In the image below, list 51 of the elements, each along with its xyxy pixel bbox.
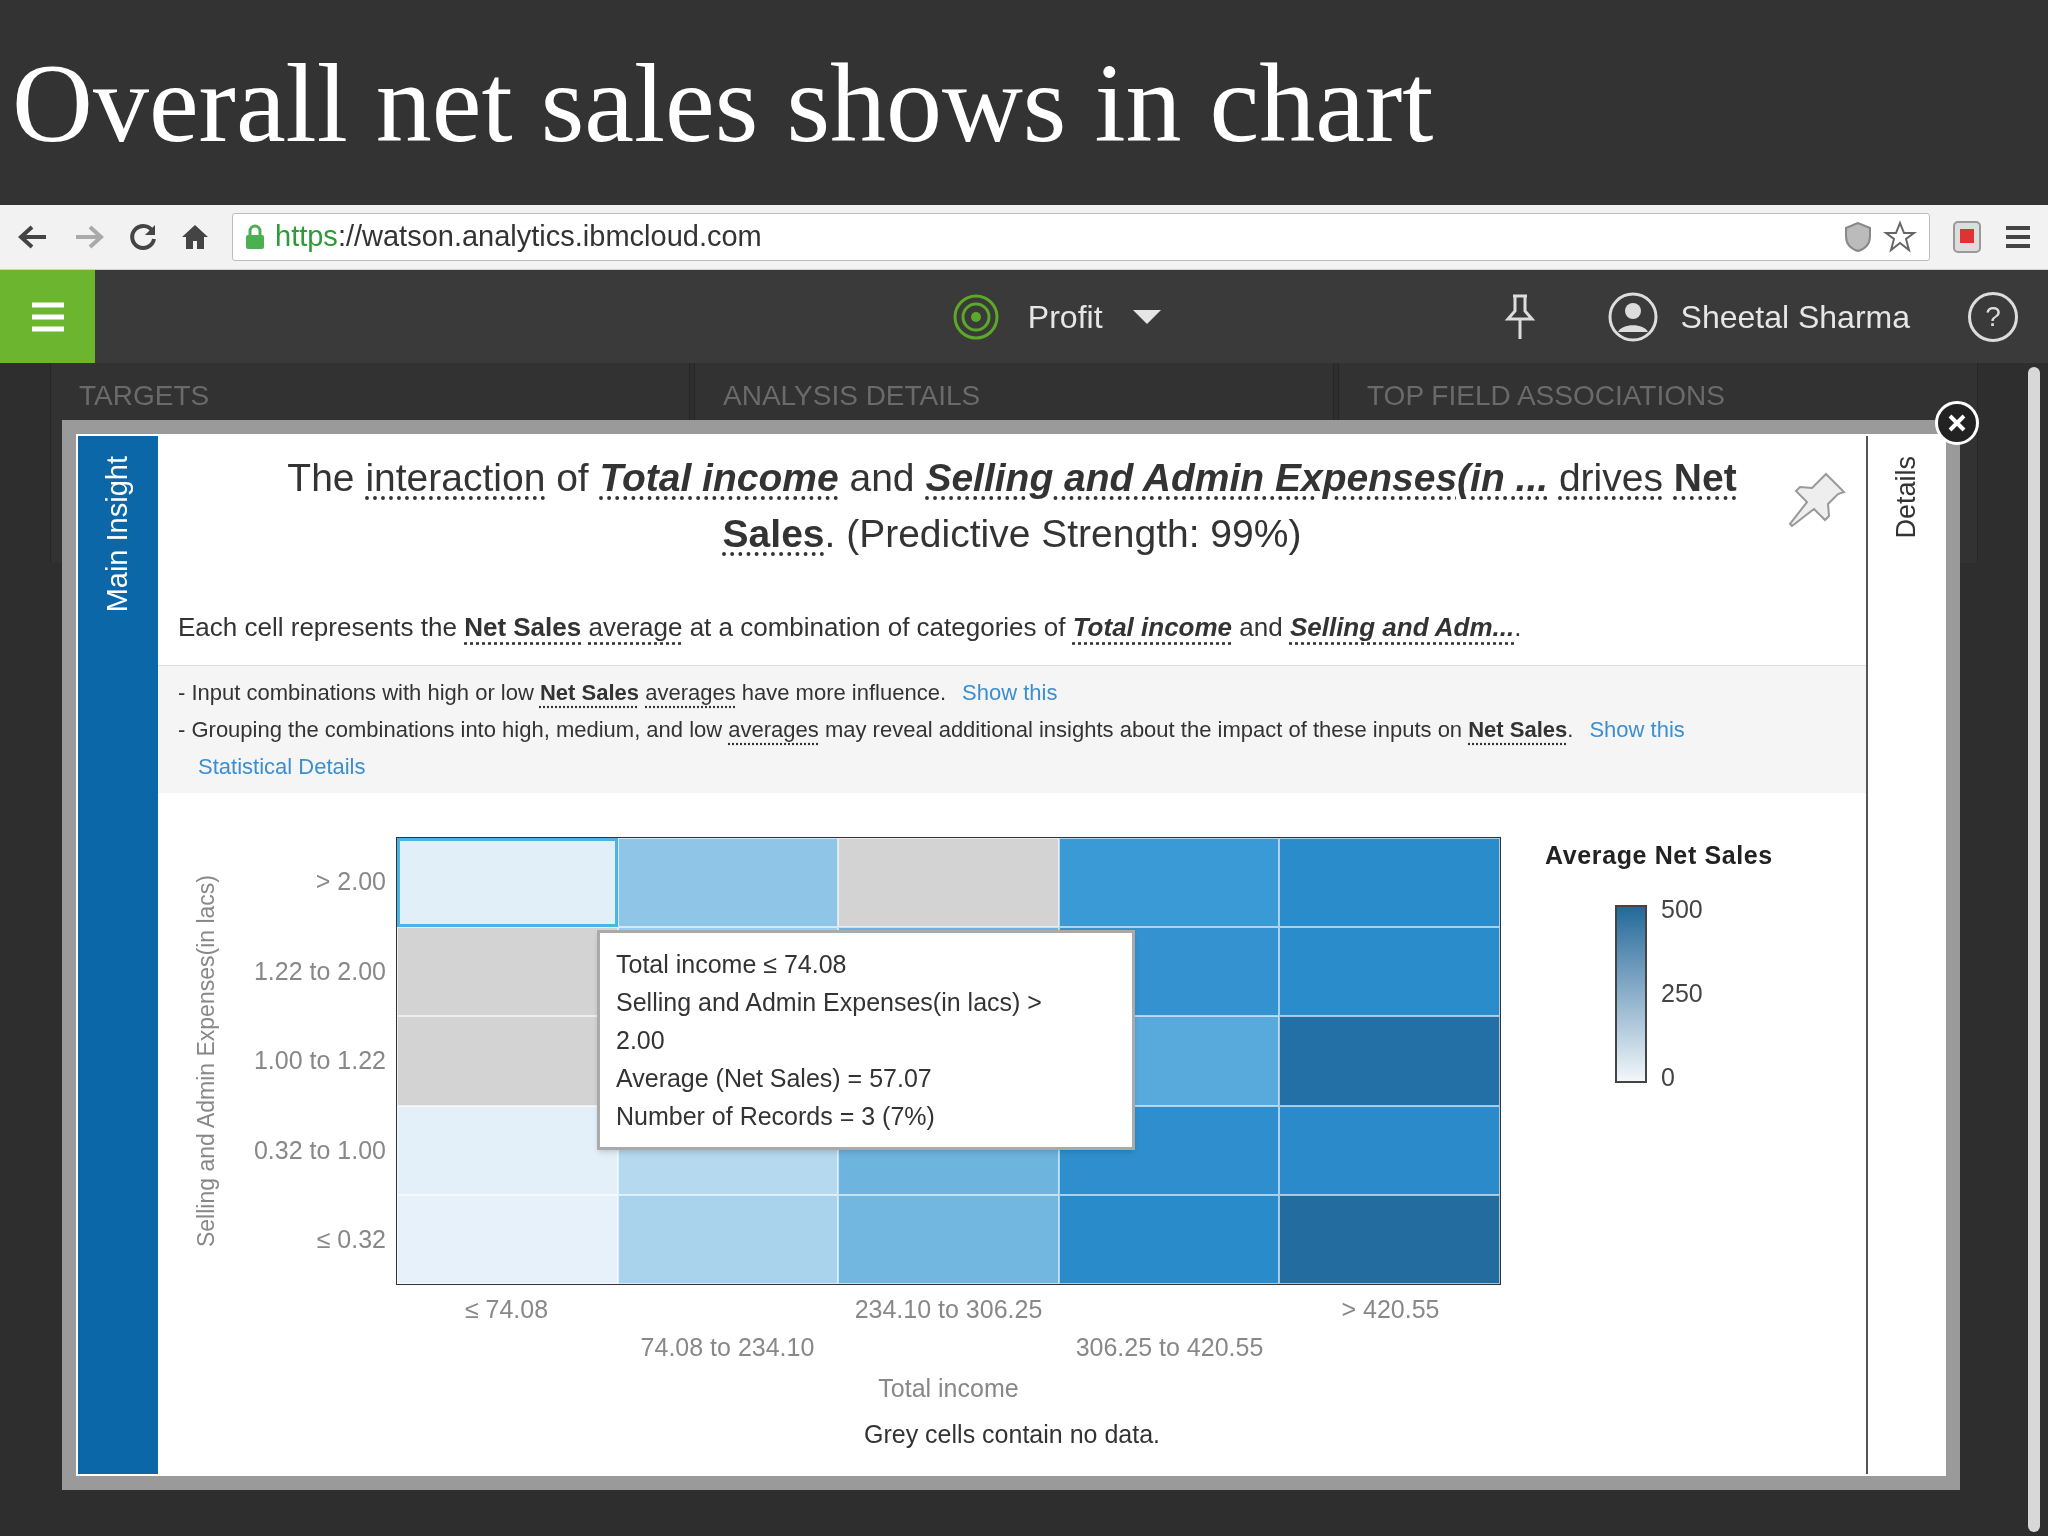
user-icon — [1606, 290, 1659, 343]
extension-icon[interactable] — [1952, 220, 1982, 254]
tooltip-text: Number of Records = 3 (7%) — [616, 1101, 936, 1132]
axis-label: 74.08 to 234.10 — [640, 1331, 815, 1363]
home-icon[interactable] — [180, 222, 210, 252]
lock-icon — [245, 224, 265, 250]
axis-label: ≤ 0.32 — [316, 1224, 386, 1256]
shield-icon[interactable] — [1843, 221, 1873, 253]
panel-heading: TARGETS — [79, 380, 210, 411]
tooltip-text: 2.00 — [616, 1025, 666, 1056]
panel-heading: ANALYSIS DETAILS — [723, 380, 981, 411]
panel-heading: TOP FIELD ASSOCIATIONS — [1367, 380, 1725, 411]
axis-label: ≤ 74.08 — [464, 1294, 549, 1325]
scale-label: 500 — [1661, 894, 1703, 923]
insight-text: - Grouping the combinations into high, medium, and low averages may reveal additional insights about the impact of these inputs on Net Sales. Show this — [178, 716, 1686, 744]
menu-button[interactable] — [0, 270, 95, 363]
axis-label: 1.22 to 2.00 — [253, 955, 386, 987]
menu-icon — [29, 300, 66, 333]
insight-headline: The interaction of Total income and Selling and Admin Expenses(in ... drives Net Sales. (Predictive Strength: 99%) — [286, 455, 1738, 557]
url-text: https://watson.analytics.ibmcloud.com — [275, 219, 762, 255]
target-icon — [951, 292, 1000, 341]
tooltip-text: Selling and Admin Expenses(in lacs) > — [616, 987, 1043, 1018]
axis-label: > 420.55 — [1341, 1294, 1440, 1325]
details-tab[interactable]: Details — [1866, 436, 1944, 1474]
address-bar[interactable]: https://watson.analytics.ibmcloud.com — [232, 213, 1930, 261]
tooltip-text: Total income ≤ 74.08 — [616, 949, 848, 980]
chart-note: Grey cells contain no data. — [864, 1418, 1160, 1450]
axis-title: Selling and Admin Expenses(in lacs) — [191, 874, 220, 1247]
user-menu[interactable]: Sheetal Sharma — [1606, 290, 1910, 343]
axis-label: 234.10 to 306.25 — [854, 1294, 1043, 1325]
reload-icon[interactable] — [128, 222, 158, 252]
axis-label: > 2.00 — [315, 866, 386, 898]
dataset-dropdown[interactable]: Profit — [951, 292, 1163, 341]
menu-icon[interactable] — [2004, 224, 2032, 250]
scale-label: 0 — [1661, 1062, 1676, 1091]
insight-text: - Input combinations with high or low Net Sales averages have more influence. Show this — [178, 679, 1059, 707]
chart-description: Each cell represents the Net Sales average at a combination of categories of Total income and Selling and Adm.... — [177, 611, 1523, 644]
axis-label: 1.00 to 1.22 — [253, 1045, 386, 1077]
axis-title: Total income — [878, 1373, 1019, 1404]
star-icon[interactable] — [1883, 220, 1917, 254]
tooltip-text: Average (Net Sales) = 57.07 — [616, 1063, 933, 1094]
legend-title: Average Net Sales — [1545, 840, 1773, 871]
close-icon — [1947, 413, 1967, 433]
help-button[interactable]: ? — [1968, 291, 2018, 342]
scale-label: 250 — [1661, 978, 1703, 1007]
heatmap-cell[interactable] — [397, 838, 618, 928]
axis-label: 0.32 to 1.00 — [253, 1134, 386, 1166]
slide-title: Overall net sales shows in chart — [12, 46, 1434, 159]
axis-label: 306.25 to 420.55 — [1075, 1331, 1264, 1363]
side-tab[interactable]: Main Insight — [78, 436, 158, 1474]
pin-icon[interactable] — [1502, 292, 1537, 341]
